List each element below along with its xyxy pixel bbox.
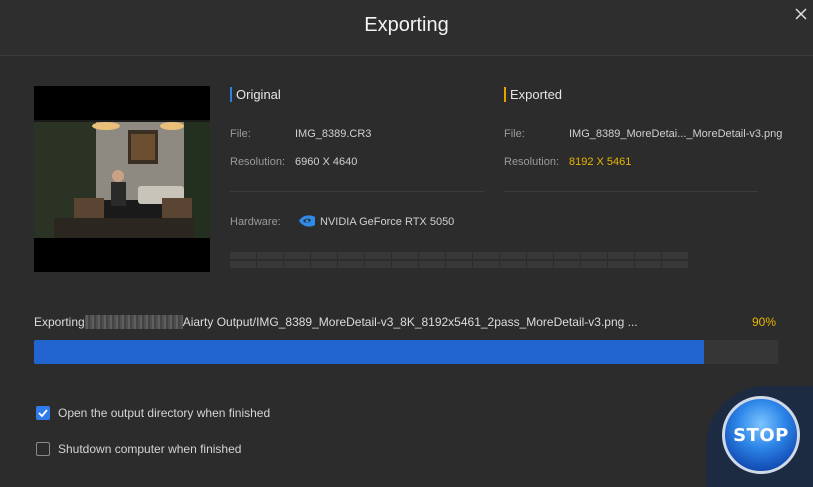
gpu-meter-cell (581, 260, 607, 268)
gpu-meter-cell (338, 260, 364, 268)
gpu-meter-cell (284, 252, 310, 259)
gpu-meter-cell (257, 252, 283, 259)
gpu-meter-cell (365, 252, 391, 259)
progress-bar-fill (34, 340, 704, 364)
gpu-meter-cell (662, 252, 688, 259)
gpu-meter-cell (635, 252, 661, 259)
original-file-value: IMG_8389.CR3 (295, 128, 372, 140)
exported-header: Exported (504, 87, 562, 102)
gpu-meter-cell (527, 252, 553, 259)
exported-file-label: File: (504, 128, 525, 140)
original-divider (230, 191, 484, 192)
redacted-path-segment (84, 315, 183, 329)
gpu-meter-cell (446, 252, 472, 259)
gpu-meter-cell (473, 260, 499, 268)
exported-file-value: IMG_8389_MoreDetai..._MoreDetail-v3.png (569, 128, 783, 140)
title-bar: Exporting (0, 0, 813, 56)
original-resolution-label: Resolution: (230, 156, 286, 168)
gpu-meter-cell (230, 260, 256, 268)
gpu-meter-cell (608, 260, 634, 268)
gpu-meter-cell (608, 252, 634, 259)
gpu-meter-cell (581, 252, 607, 259)
gpu-meter-cell (527, 260, 553, 268)
original-file-label: File: (230, 128, 251, 140)
progress-percent: 90% (752, 315, 777, 329)
gpu-meter-cell (392, 252, 418, 259)
export-path: Aiarty Output/IMG_8389_MoreDetail-v3_8K_… (182, 315, 638, 329)
gpu-meter-cell (311, 260, 337, 268)
nvidia-icon (298, 213, 316, 229)
dialog-title: Exporting (364, 14, 449, 36)
gpu-meter-cell (419, 260, 445, 268)
shutdown-label: Shutdown computer when finished (58, 442, 242, 456)
original-header: Original (230, 87, 281, 102)
export-dialog: Exporting Original File: IMG_8389.CR3 Re… (0, 0, 813, 487)
gpu-meter-cell (365, 260, 391, 268)
gpu-usage-meter (230, 252, 699, 268)
hardware-label: Hardware: (230, 216, 281, 228)
gpu-meter-cell (257, 260, 283, 268)
stop-button[interactable]: STOP (722, 396, 800, 474)
exported-resolution-label: Resolution: (504, 156, 560, 168)
gpu-meter-cell (500, 252, 526, 259)
gpu-meter-cell (338, 252, 364, 259)
gpu-meter-cell (419, 252, 445, 259)
close-icon[interactable] (795, 8, 807, 20)
export-prefix: Exporting (34, 315, 85, 329)
exported-resolution-value: 8192 X 5461 (569, 156, 632, 168)
open-output-checkbox[interactable] (36, 406, 50, 420)
gpu-meter-cell (446, 260, 472, 268)
gpu-meter-cell (554, 260, 580, 268)
shutdown-checkbox[interactable] (36, 442, 50, 456)
gpu-meter-cell (311, 252, 337, 259)
gpu-meter-cell (473, 252, 499, 259)
shutdown-option[interactable]: Shutdown computer when finished (36, 441, 241, 457)
gpu-meter-cell (230, 252, 256, 259)
export-status-text: Exporting Aiarty Output/IMG_8389_MoreDeta… (34, 315, 638, 329)
gpu-meter-cell (635, 260, 661, 268)
open-output-label: Open the output directory when finished (58, 406, 271, 420)
gpu-meter-cell (284, 260, 310, 268)
image-thumbnail (34, 86, 210, 272)
gpu-meter-cell (392, 260, 418, 268)
original-resolution-value: 6960 X 4640 (295, 156, 358, 168)
gpu-meter-cell (554, 252, 580, 259)
gpu-meter-cell (662, 260, 688, 268)
exported-divider (504, 191, 758, 192)
open-output-option[interactable]: Open the output directory when finished (36, 405, 270, 421)
progress-bar (34, 340, 778, 364)
hardware-value: NVIDIA GeForce RTX 5050 (320, 216, 455, 228)
gpu-meter-cell (500, 260, 526, 268)
